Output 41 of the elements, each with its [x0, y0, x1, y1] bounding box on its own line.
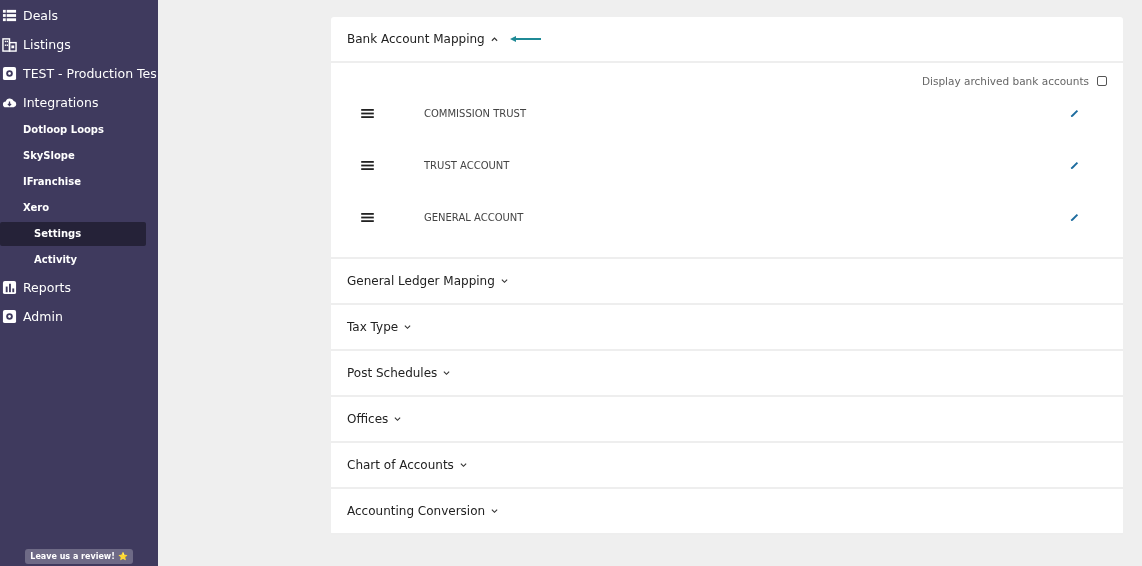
account-name: GENERAL ACCOUNT [424, 211, 525, 223]
sidebar-item[interactable]: Settings [0, 222, 146, 246]
chevron-icon[interactable] [443, 370, 451, 376]
account-name: TRUST ACCOUNT [424, 159, 511, 171]
section-header[interactable]: Post Schedules [347, 366, 438, 380]
section-header[interactable]: Tax Type [347, 320, 399, 334]
section-header[interactable]: General Ledger Mapping [347, 274, 495, 288]
drag-handle-icon[interactable] [361, 108, 374, 118]
section-header[interactable]: Chart of Accounts [347, 458, 454, 472]
section-header[interactable]: Bank Account Mapping [347, 32, 485, 46]
chevron-icon[interactable] [404, 324, 412, 330]
chevron-icon[interactable] [491, 508, 499, 514]
pencil-icon[interactable] [1070, 212, 1079, 222]
building-icon [2, 37, 17, 52]
sidebar-item[interactable]: Xero [0, 195, 158, 221]
sidebar-item[interactable]: TEST - Production Tes [0, 59, 158, 88]
section-header[interactable]: Accounting Conversion [347, 504, 486, 518]
sidebar-item[interactable]: SkySlope [0, 143, 158, 169]
drag-handle-icon[interactable] [361, 212, 374, 222]
drag-handle-icon[interactable] [361, 160, 374, 170]
sidebar-item[interactable]: Activity [0, 248, 146, 272]
chevron-icon[interactable] [490, 36, 498, 42]
arrow-icon [509, 35, 542, 43]
review-button[interactable]: Leave us a review! ⭐ [25, 549, 133, 564]
sidebar-item[interactable]: Reports [0, 273, 158, 302]
sidebar-item[interactable]: IFranchise [0, 169, 158, 195]
checkbox-label: Display archived bank accounts [921, 75, 1089, 87]
account-name: COMMISSION TRUST [424, 107, 528, 119]
sidebar-item[interactable]: Admin [0, 302, 158, 331]
pencil-icon[interactable] [1070, 160, 1079, 170]
pencil-icon[interactable] [1070, 108, 1079, 118]
list-icon [2, 8, 17, 23]
sidebar-item[interactable]: Dotloop Loops [0, 117, 158, 143]
chevron-icon[interactable] [500, 278, 508, 284]
sidebar-item[interactable]: Deals [0, 1, 158, 30]
chevron-icon[interactable] [459, 462, 467, 468]
chevron-icon[interactable] [394, 416, 402, 422]
section-header[interactable]: Offices [347, 412, 389, 426]
checkbox[interactable] [1097, 76, 1107, 86]
sidebar-item[interactable]: Integrations [0, 88, 158, 117]
sidebar-item[interactable]: Listings [0, 30, 158, 59]
